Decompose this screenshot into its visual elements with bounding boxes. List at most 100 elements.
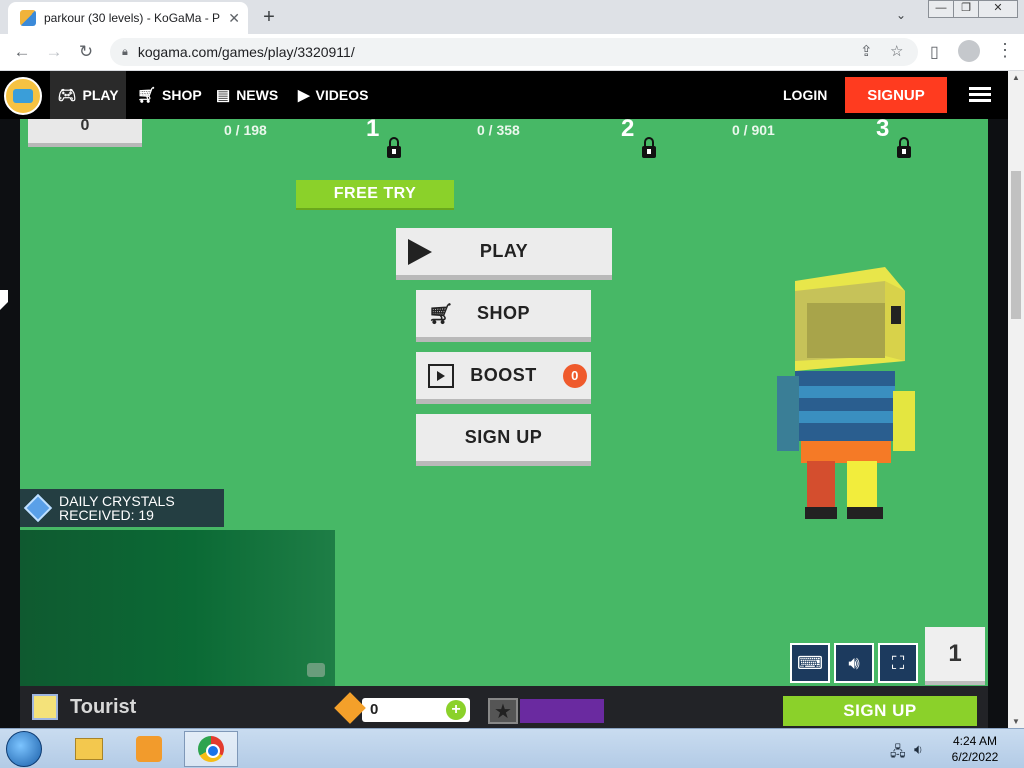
nav-shop[interactable]: 🛒︎ SHOP [137,71,202,119]
site-navigation: 🎮︎ PLAY 🛒︎ SHOP ▤ NEWS ▶ VIDEOS LOGIN SI… [0,71,1008,119]
lock-icon [897,137,911,159]
level-3-progress: 0 / 901 [732,122,775,138]
daily-crystals-line1: DAILY CRYSTALS [59,493,175,509]
add-gold-icon[interactable]: + [446,700,466,720]
game-canvas[interactable]: 0 0 / 198 1 0 / 358 2 0 / 901 3 FREE TRY… [20,119,988,686]
taskbar-media-player[interactable] [122,731,176,767]
scroll-down-icon[interactable]: ▼ [1012,717,1020,726]
user-avatar[interactable] [32,694,58,720]
share-icon[interactable]: ⇪ [860,42,873,60]
nav-play[interactable]: 🎮︎ PLAY [50,71,126,119]
browser-toolbar: ← → ↻ 🔒︎ kogama.com/games/play/3320911/ … [0,34,1024,71]
level-star-icon: ★ [488,698,518,724]
taskbar-chrome[interactable] [184,731,238,767]
reload-icon[interactable]: ↻ [76,42,96,62]
game-bottom-bar: Tourist 0 + ★ SIGN UP [20,686,988,728]
score-counter: 0 [28,119,142,147]
media-player-icon [136,736,162,762]
shop-label: SHOP [476,303,530,323]
keyboard-icon[interactable]: ⌨ [790,643,830,683]
level-1-progress: 0 / 198 [224,122,267,138]
xp-progress-bar [520,699,604,723]
taskbar-explorer[interactable] [62,731,116,767]
restore-button[interactable]: ❐ [953,0,979,18]
forward-arrow-icon[interactable]: → [44,42,64,62]
nav-videos-label: VIDEOS [315,87,369,103]
level-2-progress: 0 / 358 [477,122,520,138]
game-signup-button[interactable]: SIGN UP [416,414,591,466]
boost-count-badge: 0 [563,363,587,388]
level-1-number: 1 [366,119,380,142]
chrome-icon [198,736,224,762]
new-tab-button[interactable]: + [258,6,280,29]
nav-news-label: NEWS [236,87,279,103]
nav-play-label: PLAY [82,87,119,103]
url-text: kogama.com/games/play/3320911/ [137,44,355,60]
chat-bubble-icon[interactable] [307,663,325,677]
scroll-up-icon[interactable]: ▲ [1012,73,1020,82]
tab-close-icon[interactable]: ✕ [228,10,240,27]
browser-menu-icon[interactable]: ⋮ [996,40,1014,61]
level-3-number: 3 [876,119,890,142]
back-arrow-icon[interactable]: ← [12,42,32,62]
network-icon[interactable]: 🖧︎ [890,741,906,765]
bookmark-star-icon[interactable]: ☆ [890,42,903,60]
windows-taskbar: 🖧︎ 🔉︎ 4:24 AM 6/2/2022 [0,728,1024,768]
username[interactable]: Tourist [70,696,136,719]
kogama-logo[interactable] [4,77,42,115]
minimize-button[interactable]: — [928,0,954,18]
bottom-signup-button[interactable]: SIGN UP [783,696,977,726]
play-icon [408,238,432,265]
signup-button[interactable]: SIGNUP [845,77,947,113]
address-bar[interactable]: 🔒︎ kogama.com/games/play/3320911/ [110,38,918,66]
chat-panel[interactable] [20,530,335,686]
nav-shop-label: SHOP [162,87,202,103]
shop-button[interactable]: 🛒︎ SHOP [416,290,591,342]
page-scrollbar[interactable]: ▲ ▼ [1008,71,1024,728]
browser-tab[interactable]: parkour (30 levels) - KoGaMa - P ✕ [8,2,248,34]
cart-icon: 🛒︎ [137,87,157,104]
player-avatar-character [777,267,915,519]
level-2-number: 2 [621,119,635,142]
daily-crystals-line2: RECEIVED: 19 [59,507,154,523]
mouse-cursor [0,290,8,310]
nav-videos[interactable]: ▶ VIDEOS [298,71,368,119]
lock-icon [642,137,656,159]
tab-search-chevron-icon[interactable]: ⌄ [896,8,906,22]
game-signup-label: SIGN UP [464,427,543,447]
gamepad-icon: 🎮︎ [57,87,77,104]
login-link[interactable]: LOGIN [783,87,827,103]
tab-title: parkour (30 levels) - KoGaMa - P [44,11,221,25]
youtube-icon: ▶ [298,87,310,104]
kogama-favicon-icon [20,10,36,26]
folder-icon [75,738,103,760]
film-play-icon [428,363,454,388]
side-panel-icon[interactable]: ▯ [930,42,939,62]
nav-news[interactable]: ▤ NEWS [216,71,278,119]
boost-button[interactable]: BOOST 0 [416,352,591,404]
system-clock[interactable]: 4:24 AM 6/2/2022 [946,733,1004,765]
volume-icon[interactable]: 🔊︎ [834,643,874,683]
lock-icon: 🔒︎ [122,45,128,58]
window-close-button[interactable]: ✕ [978,0,1018,18]
clock-date: 6/2/2022 [951,750,999,764]
boost-label: BOOST [470,365,537,385]
play-button[interactable]: PLAY [396,228,612,280]
profile-avatar-icon[interactable] [958,40,980,62]
lock-icon [387,137,401,159]
browser-tab-strip: parkour (30 levels) - KoGaMa - P ✕ + ⌄ —… [0,0,1024,34]
scrollbar-thumb[interactable] [1011,171,1021,319]
current-level-indicator: 1 [925,627,985,685]
play-label: PLAY [479,241,529,261]
cart-icon: 🛒︎ [428,303,454,325]
gold-amount: 0 [370,701,379,718]
free-try-button[interactable]: FREE TRY [296,180,454,210]
newspaper-icon: ▤ [216,87,231,104]
start-button[interactable] [6,731,42,767]
daily-crystals-notice: DAILY CRYSTALS RECEIVED: 19 [20,489,224,527]
volume-tray-icon[interactable]: 🔉︎ [914,741,923,758]
fullscreen-icon[interactable]: ⛶ [878,643,918,683]
crystal-icon [23,493,53,523]
hamburger-menu-icon[interactable] [969,87,991,103]
clock-time: 4:24 AM [952,734,998,748]
